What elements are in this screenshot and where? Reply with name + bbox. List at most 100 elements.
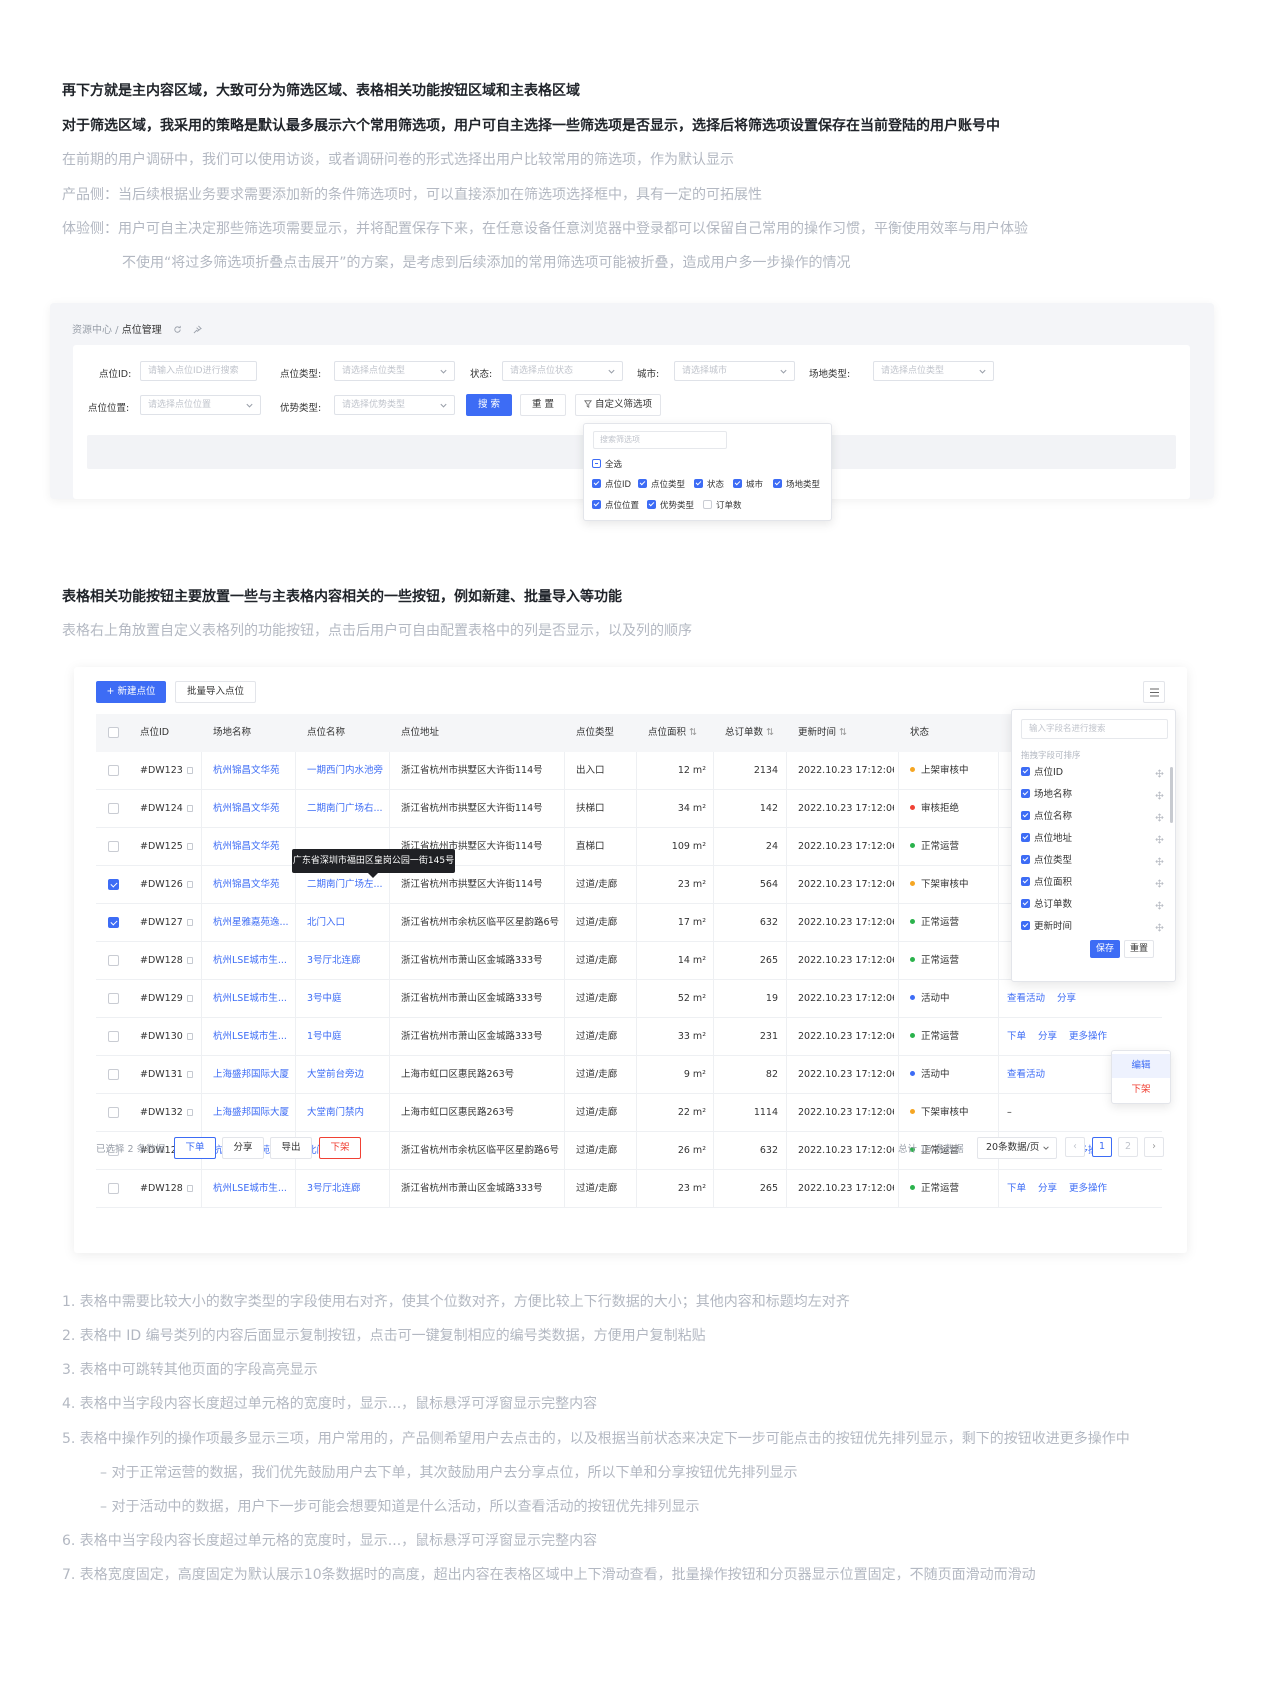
copy-icon[interactable] (186, 957, 193, 964)
col-header-update-time[interactable]: 更新时间 ⇅ (798, 714, 847, 752)
row-checkbox[interactable] (108, 993, 119, 1004)
filter-option[interactable]: 点位ID (592, 478, 631, 490)
row-action[interactable]: 查看活动 (1007, 1069, 1045, 1080)
city-select[interactable]: 请选择城市 (674, 361, 795, 381)
copy-icon[interactable] (186, 843, 193, 850)
point-position-select[interactable]: 请选择点位位置 (140, 395, 261, 415)
cell-point-name[interactable]: 大堂南门禁内 (307, 1094, 391, 1132)
panel-scrollbar[interactable] (1170, 767, 1173, 823)
column-item[interactable]: 总订单数 (1021, 894, 1167, 916)
page-button-2[interactable]: 2 (1118, 1137, 1138, 1157)
column-save-button[interactable]: 保存 (1090, 940, 1120, 958)
copy-icon[interactable] (186, 805, 193, 812)
copy-icon[interactable] (186, 767, 193, 774)
column-item[interactable]: 点位类型 (1021, 850, 1167, 872)
batch-remove-button[interactable]: 下架 (319, 1137, 361, 1159)
filter-option[interactable]: 场地类型 (773, 478, 820, 490)
column-reset-button[interactable]: 重置 (1124, 940, 1154, 958)
table-row[interactable]: #DW127 杭州星雅嘉苑逸... 北门入口浙江省杭州市余杭区临平区星韵路6号 过道/… (96, 904, 1162, 942)
row-checkbox[interactable] (108, 1183, 119, 1194)
cell-site-name[interactable]: 杭州锦昌文华苑 (213, 790, 297, 828)
table-row[interactable]: #DW128 杭州LSE城市生... 3号厅北连廊 浙江省杭州市萧山区金城路333号 过… (96, 1170, 1162, 1208)
cell-site-name[interactable]: 杭州LSE城市生... (213, 1018, 297, 1056)
select-all-rows-checkbox[interactable] (108, 727, 119, 738)
table-row[interactable]: #DW128 杭州LSE城市生... 3号厅北连廊 浙江省杭州市萧山区金城路333号 过… (96, 942, 1162, 980)
column-item[interactable]: 更新时间 (1021, 916, 1167, 938)
filter-option[interactable]: 点位位置 (592, 499, 639, 511)
filter-popup-search-input[interactable]: 搜索筛选项 (593, 431, 727, 449)
row-checkbox[interactable] (108, 803, 119, 814)
row-checkbox[interactable] (108, 917, 119, 928)
row-action[interactable]: 分享 (1038, 1031, 1057, 1042)
row-checkbox[interactable] (108, 841, 119, 852)
batch-order-button[interactable]: 下单 (174, 1137, 216, 1159)
copy-icon[interactable] (186, 1185, 193, 1192)
point-type-select[interactable]: 请选择点位类型 (334, 361, 455, 381)
cell-point-name[interactable]: 3号厅北连廊 (307, 942, 391, 980)
table-row[interactable]: #DW124 杭州锦昌文华苑 二期南门广场右... 浙江省杭州市拱墅区大许街114号 扶… (96, 790, 1162, 828)
column-search-input[interactable]: 输入字段名进行搜索 (1021, 719, 1168, 739)
cell-site-name[interactable]: 杭州锦昌文华苑 (213, 828, 297, 866)
drag-handle-icon[interactable] (1155, 857, 1164, 866)
cell-site-name[interactable]: 上海盛邦国际大厦 (213, 1056, 297, 1094)
site-type-select[interactable]: 请选择点位类型 (873, 361, 994, 381)
cell-point-name[interactable]: 3号厅北连廊 (307, 1170, 391, 1208)
copy-icon[interactable] (186, 1033, 193, 1040)
drag-handle-icon[interactable] (1155, 879, 1164, 888)
column-item[interactable]: 点位ID (1021, 762, 1167, 784)
column-item[interactable]: 点位地址 (1021, 828, 1167, 850)
new-point-button[interactable]: + 新建点位 (96, 681, 166, 703)
cell-site-name[interactable]: 杭州LSE城市生... (213, 942, 297, 980)
column-settings-button[interactable] (1143, 681, 1165, 703)
table-row[interactable]: #DW130 杭州LSE城市生... 1号中庭 浙江省杭州市萧山区金城路333号 过道/… (96, 1018, 1162, 1056)
next-page-button[interactable]: › (1144, 1137, 1164, 1157)
point-id-input[interactable]: 请输入点位ID进行搜索 (140, 361, 257, 381)
batch-export-button[interactable]: 导出 (270, 1137, 312, 1159)
col-header-area[interactable]: 点位面积 ⇅ (648, 714, 697, 752)
drag-handle-icon[interactable] (1155, 901, 1164, 910)
column-item[interactable]: 场地名称 (1021, 784, 1167, 806)
status-select[interactable]: 请选择点位状态 (502, 361, 623, 381)
cell-site-name[interactable]: 杭州锦昌文华苑 (213, 752, 297, 790)
row-checkbox[interactable] (108, 1031, 119, 1042)
row-checkbox[interactable] (108, 765, 119, 776)
cell-point-name[interactable]: 北门入口 (307, 904, 391, 942)
cell-point-name[interactable]: 1号中庭 (307, 1018, 391, 1056)
col-header-total-orders[interactable]: 总订单数 ⇅ (725, 714, 774, 752)
filter-option[interactable]: 优势类型 (647, 499, 694, 511)
table-row[interactable]: #DW132 上海盛邦国际大厦 大堂南门禁内 上海市虹口区惠民路263号 过道/走廊 22… (96, 1094, 1162, 1132)
drag-handle-icon[interactable] (1155, 835, 1164, 844)
row-checkbox[interactable] (108, 879, 119, 890)
select-all-option[interactable]: 全选 (592, 458, 622, 470)
copy-icon[interactable] (186, 995, 193, 1002)
row-action[interactable]: 下单 (1007, 1031, 1026, 1042)
cell-point-name[interactable]: 3号中庭 (307, 980, 391, 1018)
refresh-icon[interactable] (173, 325, 182, 334)
pin-icon[interactable] (193, 325, 202, 334)
reset-button[interactable]: 重 置 (520, 394, 566, 416)
copy-icon[interactable] (186, 919, 193, 926)
drag-handle-icon[interactable] (1155, 923, 1164, 932)
menu-item-edit[interactable]: 编辑 (1112, 1054, 1170, 1078)
cell-site-name[interactable]: 杭州星雅嘉苑逸... (213, 904, 297, 942)
filter-option[interactable]: 订单数 (703, 499, 742, 511)
filter-option[interactable]: 状态 (694, 478, 724, 490)
custom-filter-button[interactable]: 自定义筛选项 (575, 394, 661, 416)
row-action[interactable]: 分享 (1038, 1183, 1057, 1194)
cell-point-name[interactable]: 一期西门内水池旁 (307, 752, 391, 790)
filter-option[interactable]: 城市 (733, 478, 763, 490)
table-row[interactable]: #DW123 杭州锦昌文华苑 一期西门内水池旁 浙江省杭州市拱墅区大许街114号 出入口… (96, 752, 1162, 790)
column-item[interactable]: 点位名称 (1021, 806, 1167, 828)
table-row[interactable]: #DW129 杭州LSE城市生... 3号中庭 浙江省杭州市萧山区金城路333号 过道/… (96, 980, 1162, 1018)
cell-site-name[interactable]: 杭州LSE城市生... (213, 1170, 297, 1208)
row-action[interactable]: 查看活动 (1007, 993, 1045, 1004)
row-action[interactable]: 下单 (1007, 1183, 1026, 1194)
row-checkbox[interactable] (108, 955, 119, 966)
batch-share-button[interactable]: 分享 (222, 1137, 264, 1159)
page-button-1[interactable]: 1 (1092, 1137, 1112, 1157)
cell-point-name[interactable]: 二期南门广场右... (307, 790, 391, 828)
copy-icon[interactable] (186, 881, 193, 888)
prev-page-button[interactable]: ‹ (1065, 1137, 1085, 1157)
search-button[interactable]: 搜 索 (466, 394, 512, 416)
menu-item-remove[interactable]: 下架 (1112, 1078, 1170, 1102)
